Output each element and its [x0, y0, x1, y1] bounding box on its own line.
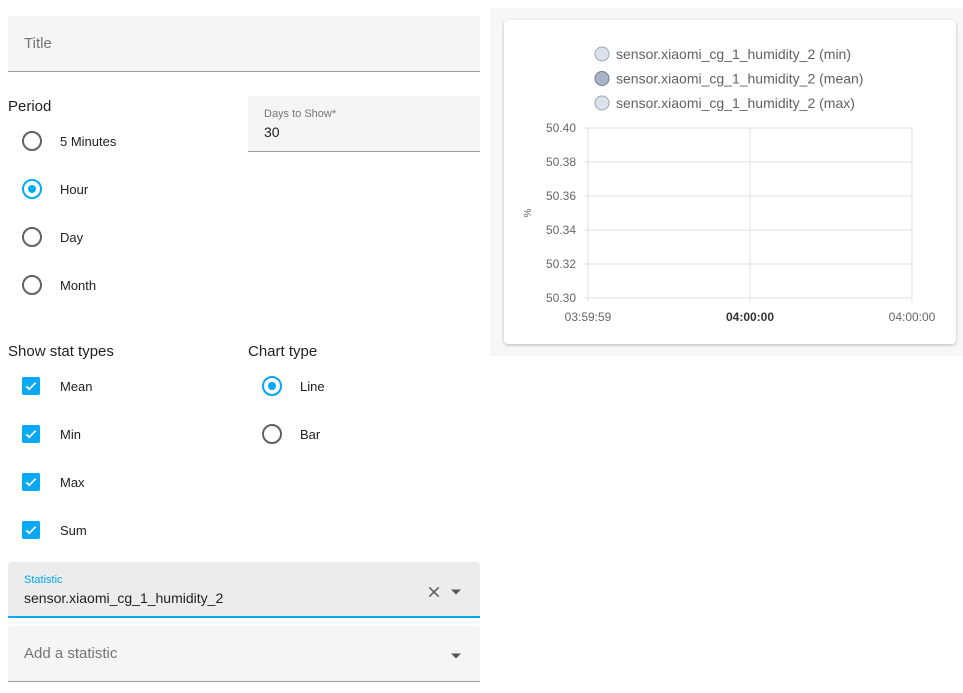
days-to-show-input[interactable]: Days to Show* 30 [248, 96, 480, 152]
checkbox-mean[interactable] [22, 377, 40, 395]
chart-type-line[interactable]: Line [248, 374, 448, 398]
statistics-graph-card: sensor.xiaomi_cg_1_humidity_2 (min) senso… [504, 20, 956, 344]
days-to-show-value: 30 [264, 124, 280, 140]
legend-swatch [594, 95, 610, 111]
chevron-down-icon[interactable] [448, 582, 464, 602]
check-icon [25, 526, 37, 535]
chart-type-bar[interactable]: Bar [248, 422, 448, 446]
stat-type-sum[interactable]: Sum [8, 518, 208, 542]
y-tick-label: 50.40 [546, 121, 576, 135]
y-tick-label: 50.30 [546, 291, 576, 305]
radio-line[interactable] [262, 376, 282, 396]
period-option-hour[interactable]: Hour [8, 177, 208, 201]
stat-type-label: Sum [60, 522, 87, 538]
period-option-label: Month [60, 277, 97, 293]
y-tick-label: 50.32 [546, 257, 576, 271]
legend-swatch [594, 46, 610, 62]
checkbox-sum[interactable] [22, 521, 40, 539]
add-statistic-select[interactable]: Add a statistic [8, 626, 480, 682]
legend-label: sensor.xiaomi_cg_1_humidity_2 (max) [616, 95, 855, 111]
check-icon [25, 430, 37, 439]
legend-label: sensor.xiaomi_cg_1_humidity_2 (min) [616, 46, 851, 62]
radio-day[interactable] [22, 227, 42, 247]
period-heading: Period [8, 98, 52, 115]
period-option-label: 5 Minutes [60, 133, 117, 149]
chevron-down-icon[interactable] [448, 646, 464, 666]
statistic-select[interactable]: Statistic sensor.xiaomi_cg_1_humidity_2 [8, 562, 480, 618]
radio-month[interactable] [22, 275, 42, 295]
legend-swatch [594, 71, 610, 86]
stat-type-max[interactable]: Max [8, 470, 208, 494]
chart-type-label: Bar [300, 426, 321, 442]
add-statistic-placeholder: Add a statistic [24, 645, 118, 662]
x-tick-label: 03:59:59 [565, 310, 612, 324]
y-tick-label: 50.34 [546, 223, 576, 237]
radio-hour[interactable] [22, 179, 42, 199]
statistic-value: sensor.xiaomi_cg_1_humidity_2 [24, 590, 224, 606]
days-to-show-label: Days to Show* [264, 108, 337, 120]
radio-bar[interactable] [262, 424, 282, 444]
title-input[interactable]: Title [8, 16, 480, 72]
period-option-day[interactable]: Day [8, 225, 208, 249]
stat-type-label: Mean [60, 378, 93, 394]
stat-type-label: Max [60, 474, 85, 490]
stat-type-mean[interactable]: Mean [8, 374, 208, 398]
period-option-5-minutes[interactable]: 5 Minutes [8, 129, 208, 153]
stat-type-label: Min [60, 426, 81, 442]
chart-type-heading: Chart type [248, 343, 318, 360]
stat-type-min[interactable]: Min [8, 422, 208, 446]
period-option-label: Hour [60, 181, 89, 197]
clear-icon[interactable] [424, 582, 444, 602]
title-placeholder: Title [24, 35, 52, 52]
check-icon [25, 478, 37, 487]
checkbox-max[interactable] [22, 473, 40, 491]
legend-item[interactable]: sensor.xiaomi_cg_1_humidity_2 (max) [594, 95, 855, 111]
check-icon [25, 382, 37, 391]
statistic-label: Statistic [24, 574, 63, 586]
legend-item[interactable]: sensor.xiaomi_cg_1_humidity_2 (mean) [594, 71, 863, 87]
period-option-label: Day [60, 229, 84, 245]
statistics-chart: sensor.xiaomi_cg_1_humidity_2 (min) senso… [523, 46, 936, 324]
x-tick-label: 04:00:00 [889, 310, 936, 324]
y-axis-label: % [523, 208, 534, 217]
chart-type-label: Line [300, 378, 325, 394]
x-tick-label: 04:00:00 [726, 310, 774, 324]
y-tick-label: 50.36 [546, 189, 576, 203]
legend-item[interactable]: sensor.xiaomi_cg_1_humidity_2 (min) [594, 46, 851, 62]
legend-label: sensor.xiaomi_cg_1_humidity_2 (mean) [616, 71, 863, 87]
checkbox-min[interactable] [22, 425, 40, 443]
y-tick-label: 50.38 [546, 155, 576, 169]
stat-types-heading: Show stat types [8, 343, 114, 360]
period-option-month[interactable]: Month [8, 273, 208, 297]
radio-5-minutes[interactable] [22, 131, 42, 151]
